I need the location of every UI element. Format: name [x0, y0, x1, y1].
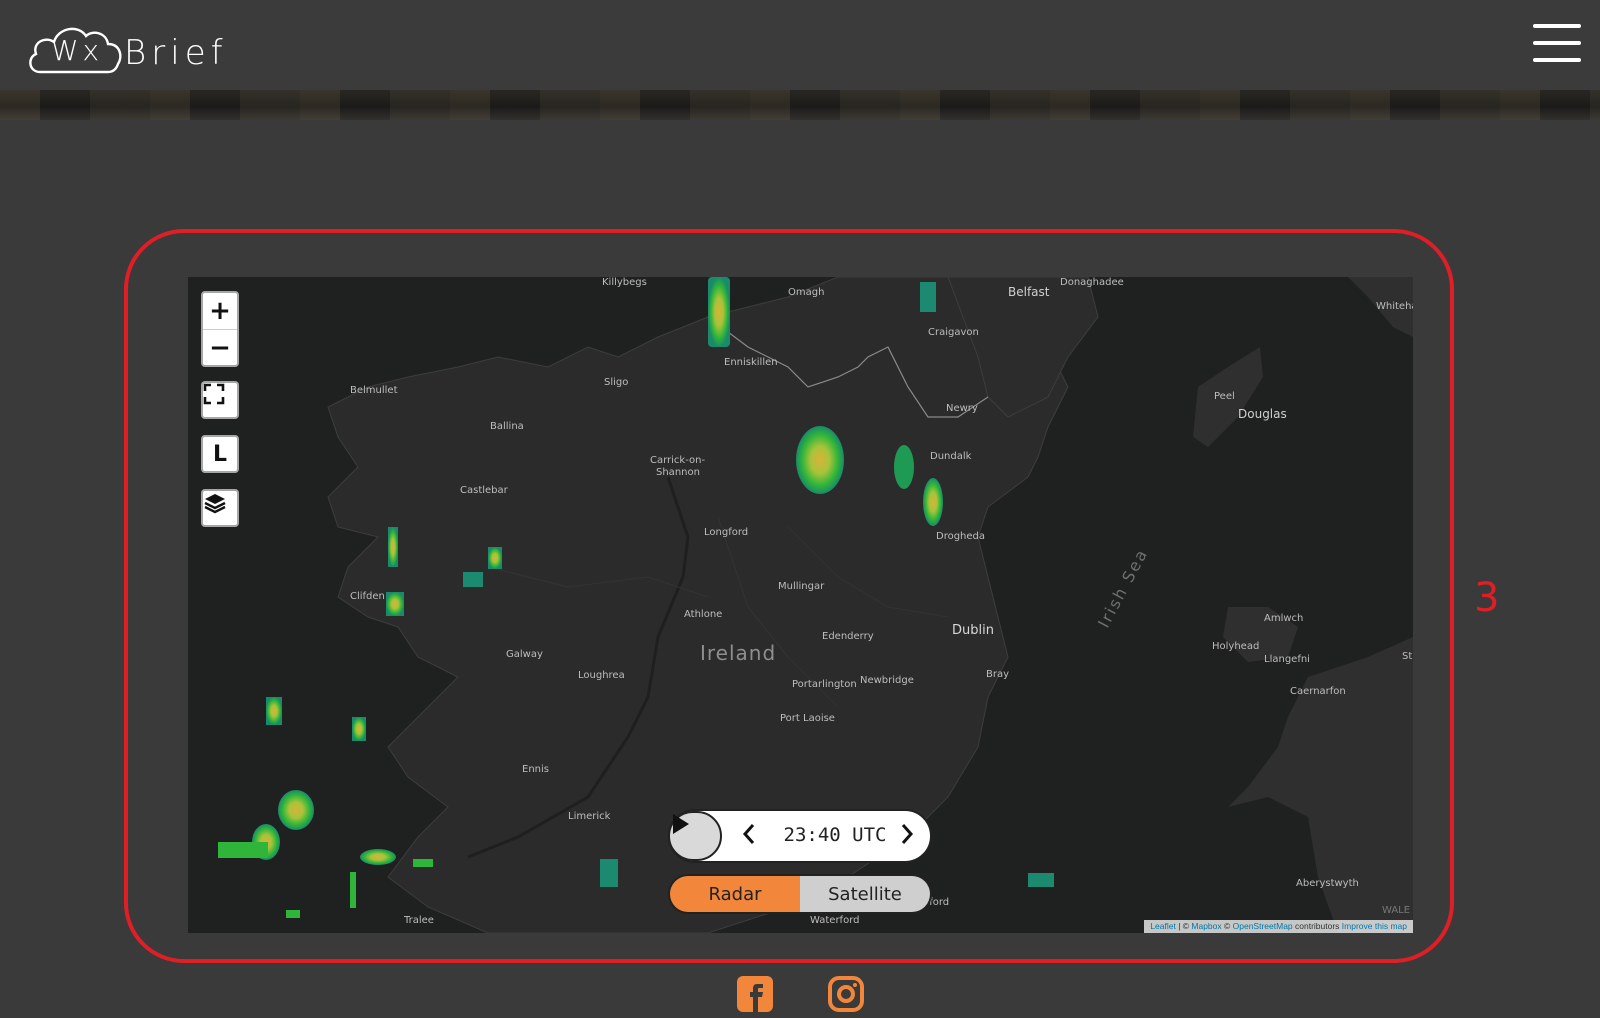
layers-button[interactable]: [201, 489, 239, 527]
place-label: Caernarfon: [1290, 686, 1346, 697]
place-label: Holyhead: [1212, 641, 1260, 652]
wxbrief-logo[interactable]: Wx Brief: [26, 20, 228, 76]
play-button[interactable]: [668, 811, 722, 861]
place-label: Newbridge: [860, 675, 914, 686]
place-label: Douglas: [1238, 407, 1287, 421]
layer-toggle: Radar Satellite: [668, 874, 932, 914]
place-label: Portarlington: [792, 679, 857, 690]
place-label: Castlebar: [460, 485, 508, 496]
facebook-icon[interactable]: [737, 976, 775, 1014]
mapbox-link[interactable]: Mapbox: [1191, 921, 1221, 931]
zoom-control: + −: [201, 291, 239, 367]
place-label: Dundalk: [930, 451, 972, 462]
locate-label: L: [212, 441, 228, 467]
annotation-number: 3: [1474, 575, 1500, 621]
place-label: Enniskillen: [724, 357, 778, 368]
logo-brief-text: Brief: [124, 33, 228, 73]
zoom-out-button[interactable]: −: [203, 330, 237, 366]
fullscreen-button[interactable]: [201, 381, 239, 419]
place-label: Longford: [704, 527, 749, 538]
place-label: Peel: [1214, 391, 1235, 402]
cloud-logo-icon: Wx: [26, 22, 124, 74]
hamburger-line: [1533, 41, 1581, 45]
locate-button[interactable]: L: [201, 435, 239, 473]
place-label: Shannon: [656, 467, 700, 478]
play-icon: [673, 814, 689, 834]
place-label: Mullingar: [778, 581, 825, 592]
place-label: WALE: [1382, 905, 1411, 916]
previous-frame-button[interactable]: [742, 823, 764, 849]
improve-map-link[interactable]: Improve this map: [1342, 921, 1407, 931]
place-label: Carrick-on-: [650, 455, 706, 466]
place-label: Clifden: [350, 591, 385, 602]
instagram-icon[interactable]: [828, 976, 866, 1014]
header-banner: [0, 90, 1600, 120]
place-label: Limerick: [568, 811, 611, 822]
place-label: Waterford: [810, 915, 860, 926]
satellite-toggle[interactable]: Satellite: [800, 876, 930, 912]
frame-time: 23:40 UTC: [783, 824, 887, 846]
animation-player: 23:40 UTC: [668, 809, 932, 863]
sea-label: Irish Sea: [1094, 545, 1152, 631]
place-label: Loughrea: [578, 670, 625, 681]
place-label: Port Laoise: [780, 713, 835, 724]
radar-toggle[interactable]: Radar: [670, 876, 800, 912]
place-label: St: [1402, 651, 1413, 662]
place-label: Whiteha: [1376, 301, 1413, 312]
place-label: Llangefni: [1264, 654, 1310, 665]
place-label: Belfast: [1008, 285, 1050, 299]
place-label: Bray: [986, 669, 1010, 680]
fullscreen-icon: [203, 383, 225, 405]
top-bar: Wx Brief: [0, 0, 1600, 90]
hamburger-line: [1533, 58, 1581, 62]
logo-wx-text: Wx: [50, 34, 104, 67]
map-attribution: Leaflet | © Mapbox © OpenStreetMap contr…: [1144, 920, 1413, 933]
place-label: Donaghadee: [1060, 277, 1124, 288]
place-label: Ballina: [490, 421, 524, 432]
hamburger-icon[interactable]: [1533, 24, 1581, 64]
attribution-separator: ©: [1221, 921, 1233, 931]
place-label: Newry: [946, 403, 978, 414]
hamburger-line: [1533, 24, 1581, 28]
zoom-in-button[interactable]: +: [203, 293, 237, 330]
country-label: Ireland: [700, 641, 777, 665]
chevron-left-icon: [742, 824, 755, 844]
place-label: Sligo: [604, 377, 629, 388]
place-label: Athlone: [684, 609, 723, 620]
place-label: Edenderry: [822, 631, 874, 642]
place-label: Killybegs: [602, 277, 647, 288]
layers-icon: [204, 494, 226, 514]
place-label: Drogheda: [936, 531, 986, 542]
place-label: Belmullet: [350, 385, 398, 396]
place-label: Galway: [506, 649, 543, 660]
leaflet-link[interactable]: Leaflet: [1150, 921, 1176, 931]
place-label: Amlwch: [1264, 613, 1304, 624]
attribution-separator: | ©: [1175, 921, 1192, 931]
place-label: Omagh: [788, 287, 825, 298]
place-label: Craigavon: [928, 327, 979, 338]
place-label: Aberystwyth: [1296, 878, 1359, 889]
radar-map[interactable]: Killybegs Omagh Belfast Donaghadee White…: [188, 277, 1413, 933]
place-label: Tralee: [404, 915, 434, 926]
osm-link[interactable]: OpenStreetMap: [1233, 921, 1293, 931]
place-label: Ennis: [522, 764, 549, 775]
chevron-right-icon: [901, 824, 914, 844]
place-label: Dublin: [952, 623, 994, 638]
attribution-text: contributors: [1292, 921, 1342, 931]
next-frame-button[interactable]: [900, 823, 922, 849]
